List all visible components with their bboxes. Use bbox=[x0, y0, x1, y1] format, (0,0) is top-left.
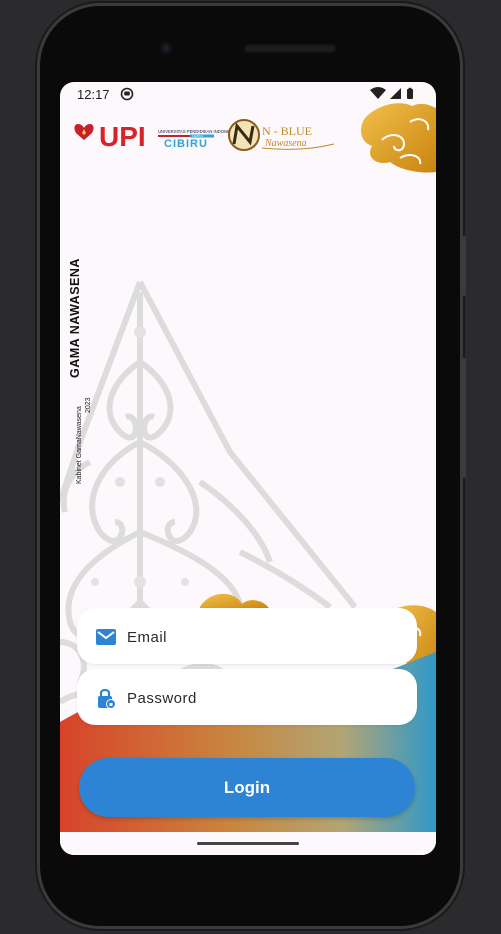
signal-icon bbox=[390, 88, 401, 99]
front-camera bbox=[160, 42, 172, 54]
email-field[interactable] bbox=[77, 608, 417, 666]
background-decoration bbox=[60, 103, 436, 832]
vertical-title: GAMA NAWASENA bbox=[68, 258, 82, 378]
login-button[interactable]: Login bbox=[79, 758, 415, 817]
app-screen: 12:17 UPI UNIVERSITAS PENDIDIKAN INDONES… bbox=[60, 82, 436, 855]
svg-text:Nawasena: Nawasena bbox=[264, 138, 307, 149]
svg-text:UNIVERSITAS PENDIDIKAN INDONES: UNIVERSITAS PENDIDIKAN INDONESIA bbox=[158, 129, 237, 134]
vertical-subtitle: Kabinet GamaNawasena bbox=[76, 406, 83, 484]
email-input[interactable] bbox=[125, 608, 409, 666]
power-button bbox=[462, 236, 466, 296]
svg-text:UPI: UPI bbox=[99, 121, 146, 152]
notification-icon bbox=[120, 87, 134, 106]
email-icon bbox=[95, 626, 117, 648]
header-logos: UPI UNIVERSITAS PENDIDIKAN INDONESIA KAM… bbox=[74, 119, 335, 152]
lock-icon bbox=[95, 687, 117, 709]
vertical-year: 2023 bbox=[85, 397, 92, 413]
n-blue-logo: N - BLUE Nawasena bbox=[228, 119, 335, 151]
status-bar: 12:17 bbox=[60, 82, 436, 106]
svg-text:CIBIRU: CIBIRU bbox=[164, 138, 208, 150]
battery-icon bbox=[407, 89, 413, 99]
earpiece-speaker bbox=[244, 44, 336, 53]
status-time: 12:17 bbox=[77, 87, 110, 102]
home-gesture-handle[interactable] bbox=[197, 842, 299, 845]
upi-cibiru-logo: UNIVERSITAS PENDIDIKAN INDONESIA KAMPUS … bbox=[158, 129, 237, 150]
volume-button bbox=[462, 358, 466, 478]
upi-logo: UPI bbox=[74, 121, 146, 152]
gold-cloud-ornament-top bbox=[360, 103, 436, 173]
svg-text:N - BLUE: N - BLUE bbox=[262, 124, 312, 138]
password-input[interactable] bbox=[125, 669, 409, 727]
password-field[interactable] bbox=[77, 669, 417, 727]
wifi-icon bbox=[370, 87, 386, 99]
system-icons bbox=[370, 87, 426, 106]
